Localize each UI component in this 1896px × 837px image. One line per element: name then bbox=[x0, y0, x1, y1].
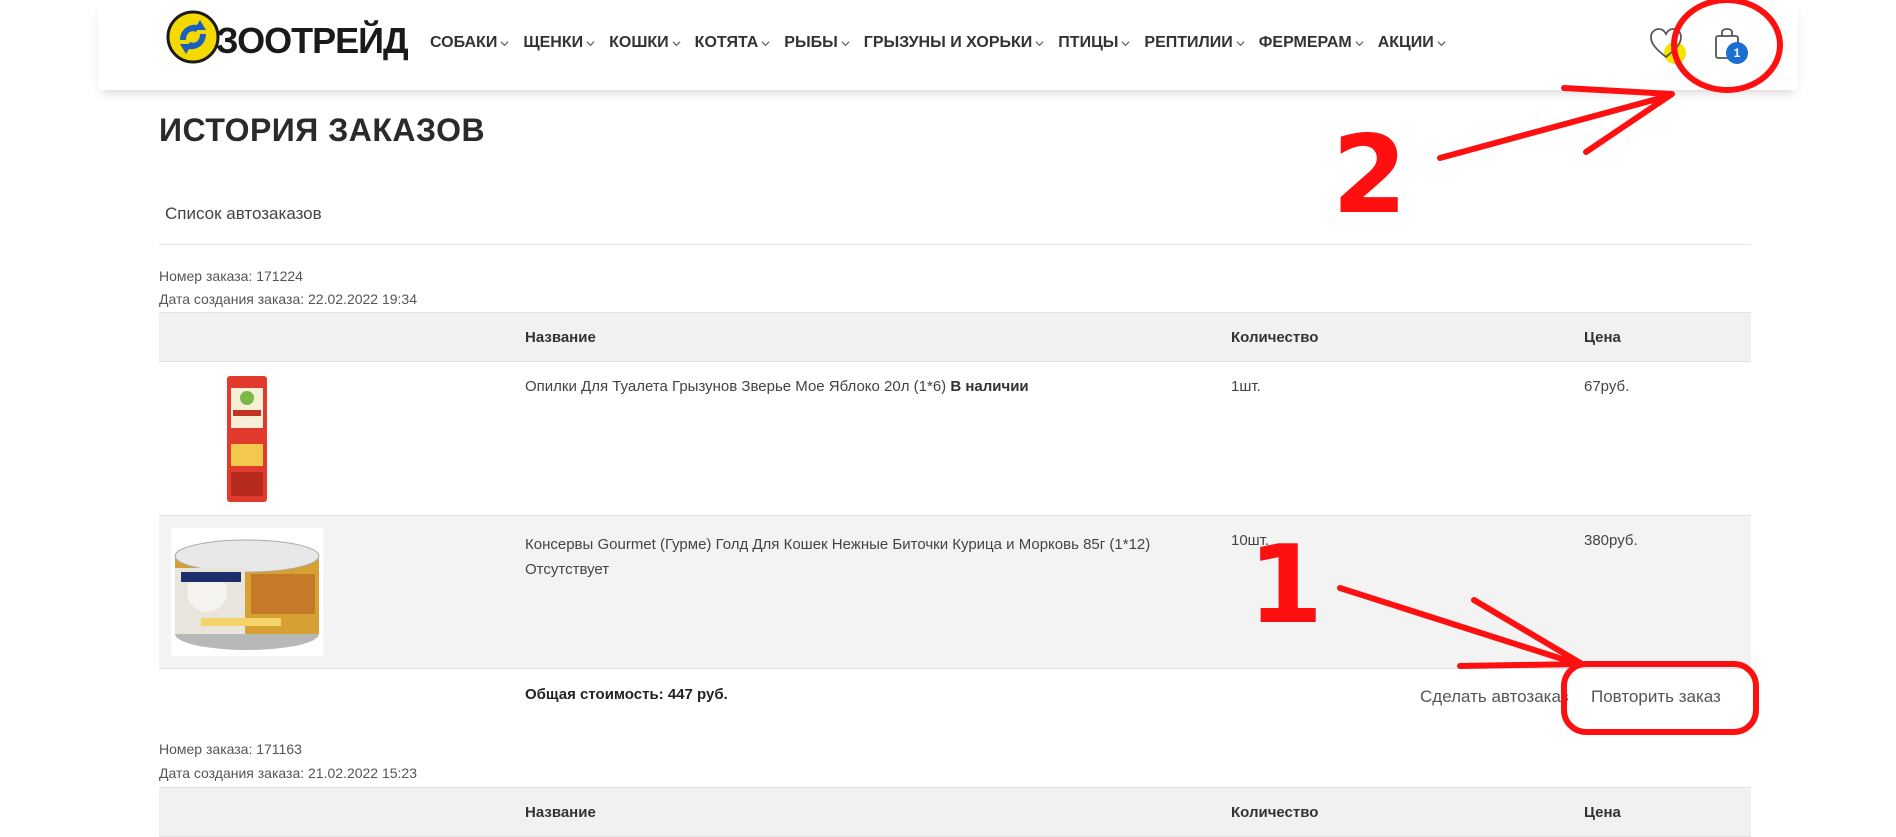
annotation-step-2: 2 bbox=[1332, 113, 1408, 238]
order-date: Дата создания заказа: 22.02.2022 19:34 bbox=[159, 291, 418, 307]
main-nav: СОБАКИ ЩЕНКИ КОШКИ КОТЯТА РЫБЫ ГРЫЗУНЫ И… bbox=[430, 34, 1460, 52]
chevron-down-icon bbox=[586, 40, 595, 46]
chevron-down-icon bbox=[1355, 40, 1364, 46]
chevron-down-icon bbox=[672, 40, 681, 46]
table-row: Опилки Для Туалета Грызунов Зверье Мое Я… bbox=[159, 362, 1751, 516]
divider bbox=[159, 244, 1751, 245]
nav-item-dogs[interactable]: СОБАКИ bbox=[430, 34, 509, 52]
order-number: Номер заказа: 171163 bbox=[159, 741, 302, 757]
product-price: 67руб. bbox=[1584, 378, 1630, 395]
nav-item-label: ГРЫЗУНЫ И ХОРЬКИ bbox=[863, 34, 1033, 51]
chevron-down-icon bbox=[1236, 40, 1245, 46]
brand-name: ЗООТРЕЙД bbox=[216, 20, 409, 61]
order-table-header: Название Количество Цена bbox=[159, 312, 1751, 362]
product-name[interactable]: Опилки Для Туалета Грызунов Зверье Мое Я… bbox=[525, 378, 946, 395]
order-total: Общая стоимость: 447 руб. bbox=[525, 686, 728, 703]
nav-item-birds[interactable]: ПТИЦЫ bbox=[1058, 34, 1130, 52]
logo-icon bbox=[166, 10, 220, 64]
autoorders-list-link[interactable]: Список автозаказов bbox=[165, 204, 322, 224]
nav-item-label: КОТЯТА bbox=[694, 34, 759, 51]
nav-item-puppies[interactable]: ЩЕНКИ bbox=[523, 34, 595, 52]
product-availability: В наличии bbox=[950, 378, 1029, 395]
nav-item-label: СОБАКИ bbox=[430, 34, 498, 51]
nav-item-label: ЩЕНКИ bbox=[523, 34, 584, 51]
chevron-down-icon bbox=[841, 40, 850, 46]
nav-item-rodents[interactable]: ГРЫЗУНЫ И ХОРЬКИ bbox=[864, 34, 1045, 52]
product-image-cat-food[interactable] bbox=[171, 528, 323, 656]
order-number: Номер заказа: 171224 bbox=[159, 268, 303, 284]
order-date: Дата создания заказа: 21.02.2022 15:23 bbox=[159, 765, 418, 781]
nav-item-cats[interactable]: КОШКИ bbox=[609, 34, 681, 52]
nav-item-label: КОШКИ bbox=[609, 34, 669, 51]
nav-item-farmers[interactable]: ФЕРМЕРАМ bbox=[1259, 34, 1364, 52]
annotation-step-1: 1 bbox=[1248, 523, 1324, 648]
nav-item-fish[interactable]: РЫБЫ bbox=[784, 34, 850, 52]
column-header-quantity: Количество bbox=[1231, 329, 1319, 346]
column-header-price: Цена bbox=[1584, 329, 1621, 346]
column-header-quantity: Количество bbox=[1231, 804, 1319, 821]
column-header-price: Цена bbox=[1584, 804, 1621, 821]
repeat-order-button[interactable]: Повторить заказ bbox=[1591, 687, 1721, 707]
nav-item-label: АКЦИИ bbox=[1377, 34, 1434, 51]
product-name-cell: Опилки Для Туалета Грызунов Зверье Мое Я… bbox=[525, 378, 1029, 395]
annotation-arrow-2 bbox=[1437, 93, 1671, 161]
chevron-down-icon bbox=[500, 40, 509, 46]
order-table-header: Название Количество Цена bbox=[159, 787, 1751, 837]
annotation-arrowhead-2 bbox=[1561, 85, 1675, 155]
cart-count-badge: 1 bbox=[1726, 42, 1748, 64]
nav-item-reptiles[interactable]: РЕПТИЛИИ bbox=[1144, 34, 1245, 52]
nav-item-label: РЕПТИЛИИ bbox=[1144, 34, 1233, 51]
make-autoorder-button[interactable]: Сделать автозаказ bbox=[1420, 687, 1569, 707]
nav-item-kittens[interactable]: КОТЯТА bbox=[695, 34, 771, 52]
product-name[interactable]: Консервы Gourmet (Гурме) Голд Для Кошек … bbox=[525, 532, 1185, 557]
product-quantity: 1шт. bbox=[1231, 378, 1261, 395]
nav-item-label: ФЕРМЕРАМ bbox=[1258, 34, 1352, 51]
product-image-sawdust[interactable] bbox=[223, 374, 271, 504]
column-header-name: Название bbox=[525, 329, 596, 346]
nav-item-label: ПТИЦЫ bbox=[1058, 34, 1119, 51]
chevron-down-icon bbox=[1437, 40, 1446, 46]
product-price: 380руб. bbox=[1584, 532, 1638, 549]
product-name-cell: Консервы Gourmet (Гурме) Голд Для Кошек … bbox=[525, 532, 1185, 582]
chevron-down-icon bbox=[761, 40, 770, 46]
table-row: Консервы Gourmet (Гурме) Голд Для Кошек … bbox=[159, 516, 1751, 669]
column-header-name: Название bbox=[525, 804, 596, 821]
product-availability: Отсутствует bbox=[525, 561, 610, 578]
page-title: ИСТОРИЯ ЗАКАЗОВ bbox=[159, 112, 486, 148]
nav-item-label: РЫБЫ bbox=[784, 34, 838, 51]
nav-item-promotions[interactable]: АКЦИИ bbox=[1378, 34, 1446, 52]
heart-icon[interactable] bbox=[1648, 26, 1684, 62]
chevron-down-icon bbox=[1121, 40, 1130, 46]
chevron-down-icon bbox=[1035, 40, 1044, 46]
site-logo[interactable]: ЗООТРЕЙД bbox=[166, 10, 409, 70]
